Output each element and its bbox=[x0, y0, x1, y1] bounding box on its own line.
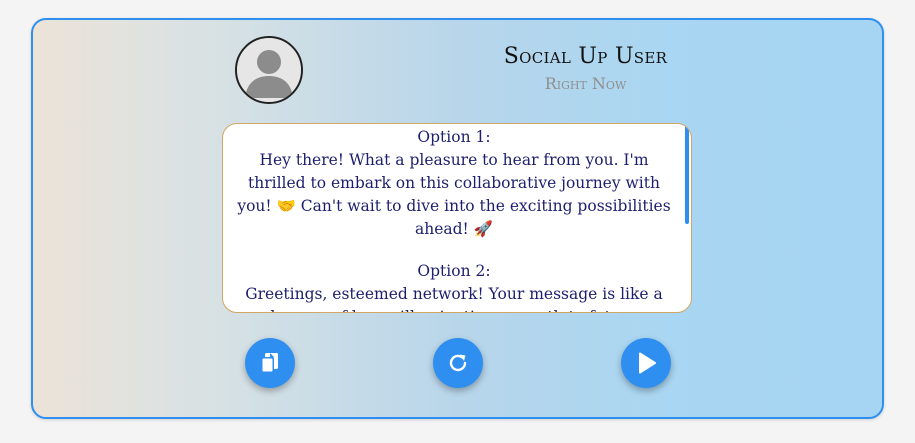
user-name: Social Up User bbox=[503, 44, 668, 69]
option-1-label: Option 1: bbox=[417, 128, 491, 146]
option-2-label: Option 2: bbox=[417, 262, 491, 280]
play-icon bbox=[639, 352, 656, 374]
option-2-text: Greetings, esteemed network! Your messag… bbox=[245, 285, 663, 312]
reply-card: Social Up User Right Now Option 1: Hey t… bbox=[31, 18, 884, 419]
message-content[interactable]: Option 1: Hey there! What a pleasure to … bbox=[223, 126, 685, 312]
user-silhouette-icon bbox=[237, 38, 301, 102]
refresh-button[interactable] bbox=[433, 338, 483, 388]
avatar bbox=[235, 36, 303, 104]
send-button[interactable] bbox=[621, 338, 671, 388]
scrollbar-thumb[interactable] bbox=[685, 124, 689, 224]
option-1-text: Hey there! What a pleasure to hear from … bbox=[237, 151, 671, 238]
copy-icon bbox=[261, 353, 278, 373]
refresh-icon bbox=[449, 354, 467, 372]
post-time: Right Now bbox=[544, 74, 627, 93]
copy-button[interactable] bbox=[245, 338, 295, 388]
message-box[interactable]: Option 1: Hey there! What a pleasure to … bbox=[222, 123, 692, 313]
